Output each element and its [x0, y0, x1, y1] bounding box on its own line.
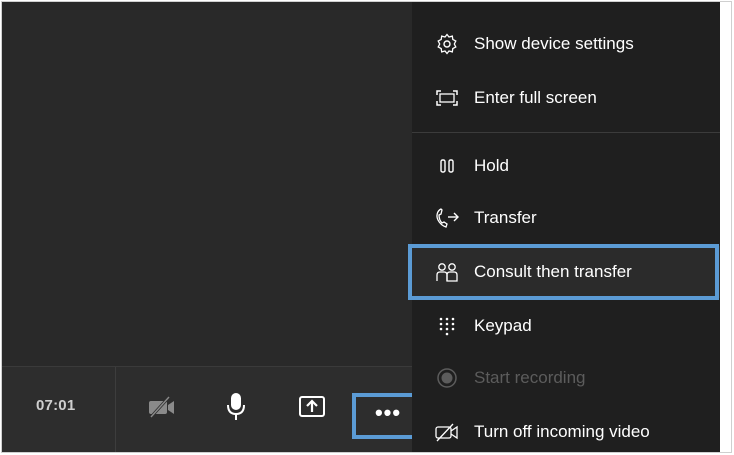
menu-item-keypad[interactable]: Keypad: [412, 300, 720, 352]
control-divider: [115, 367, 116, 452]
menu-item-consult-then-transfer[interactable]: Consult then transfer: [412, 246, 720, 298]
menu-item-label: Show device settings: [474, 34, 634, 53]
microphone-button[interactable]: [214, 385, 258, 429]
people-consult-icon: [434, 261, 460, 283]
menu-item-label: Hold: [474, 156, 509, 175]
menu-item-label: Transfer: [474, 208, 537, 227]
microphone-icon: [225, 392, 247, 422]
window-edge: [720, 2, 731, 452]
menu-item-enter-full-screen[interactable]: Enter full screen: [412, 72, 720, 124]
menu-item-hold[interactable]: Hold: [412, 140, 720, 192]
call-window: 07:01 ••• Show device settings Enter ful…: [1, 1, 732, 453]
camera-toggle-button[interactable]: [140, 385, 184, 429]
menu-item-label: Enter full screen: [474, 88, 597, 107]
gear-icon: [434, 33, 460, 55]
more-options-icon: •••: [374, 400, 402, 425]
fullscreen-icon: [434, 87, 460, 109]
menu-item-label: Turn off incoming video: [474, 422, 650, 441]
menu-item-start-recording: Start recording: [412, 352, 720, 404]
camera-off-icon: [147, 396, 177, 418]
call-stage: 07:01 ••• Show device settings Enter ful…: [2, 2, 720, 452]
call-timer: 07:01: [36, 397, 76, 414]
phone-transfer-icon: [434, 207, 460, 229]
dialpad-icon: [434, 315, 460, 337]
menu-item-label: Consult then transfer: [474, 262, 632, 281]
share-screen-button[interactable]: [290, 385, 334, 429]
menu-item-turn-off-incoming-video[interactable]: Turn off incoming video: [412, 406, 720, 452]
menu-item-transfer[interactable]: Transfer: [412, 192, 720, 244]
more-options-menu: Show device settings Enter full screen H…: [412, 2, 720, 452]
share-screen-icon: [298, 394, 326, 420]
menu-item-label: Start recording: [474, 368, 586, 387]
video-off-icon: [434, 421, 460, 443]
menu-item-show-device-settings[interactable]: Show device settings: [412, 18, 720, 70]
pause-icon: [434, 155, 460, 177]
menu-item-label: Keypad: [474, 316, 532, 335]
record-icon: [434, 367, 460, 389]
menu-separator: [412, 132, 720, 133]
